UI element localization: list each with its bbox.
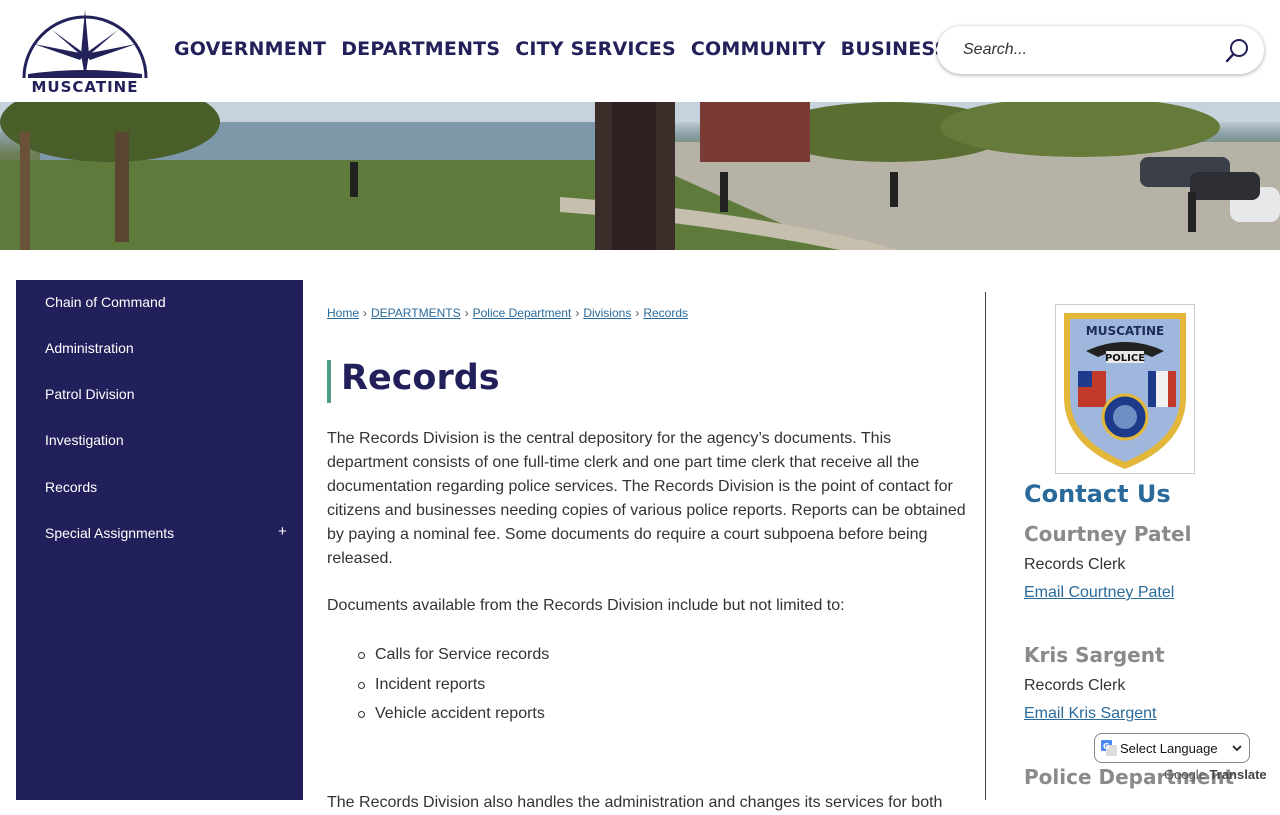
nav-community[interactable]: COMMUNITY [691,38,826,60]
breadcrumb-separator: › [464,306,469,320]
language-select-label: Select Language [1120,741,1218,756]
nav-departments[interactable]: DEPARTMENTS [341,38,500,60]
sidebar-item-investigation[interactable]: Investigation [45,432,124,448]
breadcrumb-separator: › [635,306,640,320]
nav-business[interactable]: BUSINESS [841,38,949,60]
powered-by-google-translate[interactable]: Google Translate [1164,767,1267,782]
main-nav: GOVERNMENT DEPARTMENTS CITY SERVICES COM… [174,38,948,60]
page-title: Records [341,358,500,398]
nav-government[interactable]: GOVERNMENT [174,38,326,60]
breadcrumb-police-department[interactable]: Police Department [473,306,572,320]
contact-role-kris: Records Clerk [1024,677,1126,694]
column-divider [985,292,986,800]
contact-name-courtney: Courtney Patel [1024,522,1192,546]
documents-intro-paragraph: Documents available from the Records Div… [327,597,845,614]
sidebar-item-patrol-division[interactable]: Patrol Division [45,386,134,402]
email-courtney-link[interactable]: Email Courtney Patel [1024,584,1174,602]
search-icon [1225,39,1248,63]
search-box [937,26,1264,74]
expand-special-assignments-button[interactable]: + [278,523,287,540]
google-text: Google [1164,767,1206,782]
email-kris-link[interactable]: Email Kris Sargent [1024,705,1157,723]
list-item: Vehicle accident reports [357,699,549,729]
title-accent-bar [327,360,331,403]
search-input[interactable] [963,38,1213,62]
breadcrumb: Home › DEPARTMENTS › Police Department › Divis… [327,306,688,320]
police-patch-icon: MUSCATINE POLICE [1064,313,1186,469]
hero-banner-image [0,102,1280,250]
site-header: MUSCATINE GOVERNMENT DEPARTMENTS CITY SE… [0,0,1280,102]
riverfront-park-photo [0,102,1280,250]
search-button[interactable] [1223,37,1251,65]
documents-list: Calls for Service records Incident repor… [357,640,549,729]
svg-text:G: G [1103,742,1110,751]
sidebar-item-chain-of-command[interactable]: Chain of Command [45,294,166,310]
sidebar-item-administration[interactable]: Administration [45,340,134,356]
muscatine-logo[interactable]: MUSCATINE [18,8,152,96]
badge-text-top: MUSCATINE [1086,324,1164,338]
logo-text: MUSCATINE [31,78,139,96]
breadcrumb-records[interactable]: Records [643,306,688,320]
sidebar-item-special-assignments[interactable]: Special Assignments [45,525,174,541]
list-item: Incident reports [357,670,549,700]
nav-city-services[interactable]: CITY SERVICES [515,38,676,60]
contact-name-kris: Kris Sargent [1024,643,1165,667]
list-item: Calls for Service records [357,640,549,670]
section-sidebar: Chain of Command Administration Patrol D… [16,280,303,800]
contact-role-courtney: Records Clerk [1024,556,1126,573]
chevron-down-icon [1232,745,1242,752]
google-translate-icon: G [1101,740,1117,756]
translate-text: Translate [1209,767,1267,782]
compass-star-icon [22,10,148,79]
badge-text-mid: POLICE [1105,353,1145,364]
police-badge-image: MUSCATINE POLICE [1055,304,1195,474]
breadcrumb-home[interactable]: Home [327,306,359,320]
breadcrumb-separator: › [575,306,580,320]
language-select[interactable]: G Select Language [1094,733,1250,763]
sidebar-item-records[interactable]: Records [45,479,97,495]
breadcrumb-separator: › [363,306,368,320]
contact-us-heading: Contact Us [1024,480,1171,508]
intro-paragraph: The Records Division is the central depo… [327,430,966,567]
breadcrumb-divisions[interactable]: Divisions [583,306,631,320]
cut-off-paragraph: The Records Division also handles the ad… [327,794,943,811]
breadcrumb-departments[interactable]: DEPARTMENTS [371,306,461,320]
